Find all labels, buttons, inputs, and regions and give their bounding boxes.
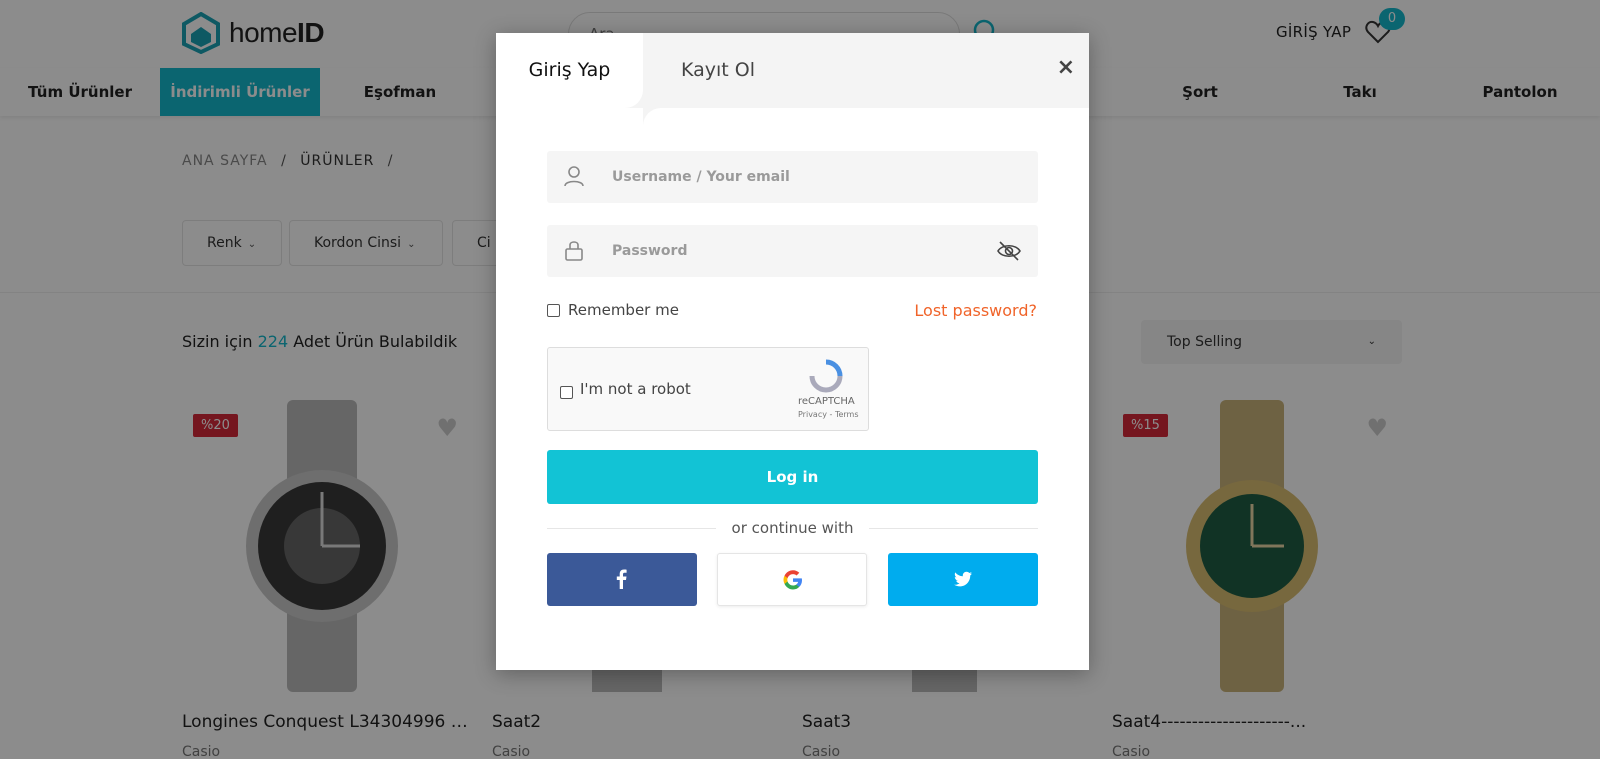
- tab-register[interactable]: Kayıt Ol: [643, 33, 793, 108]
- username-placeholder: Username / Your email: [612, 169, 790, 185]
- login-button[interactable]: Log in: [547, 450, 1038, 504]
- lock-icon: [565, 241, 583, 261]
- twitter-icon: [954, 571, 972, 587]
- eye-off-icon[interactable]: [996, 240, 1022, 262]
- modal-tabs: Giriş Yap Kayıt Ol ×: [496, 33, 1089, 108]
- recaptcha-icon: [809, 359, 843, 393]
- captcha-checkbox[interactable]: [560, 386, 573, 399]
- or-divider: or continue with: [547, 518, 1038, 538]
- remember-checkbox[interactable]: [547, 303, 560, 317]
- twitter-login-button[interactable]: [888, 553, 1038, 606]
- remember-label: Remember me: [568, 301, 679, 319]
- recaptcha-widget: I'm not a robot reCAPTCHA Privacy - Term…: [547, 347, 869, 431]
- facebook-icon: [616, 569, 627, 589]
- remember-me[interactable]: Remember me: [547, 301, 679, 319]
- lost-password-link[interactable]: Lost password?: [914, 301, 1037, 320]
- facebook-login-button[interactable]: [547, 553, 697, 606]
- user-icon: [564, 166, 584, 187]
- captcha-label: I'm not a robot: [580, 380, 691, 398]
- captcha-brand: reCAPTCHA: [798, 396, 855, 407]
- password-field[interactable]: Password: [547, 225, 1038, 277]
- google-icon: [783, 570, 802, 590]
- close-icon[interactable]: ×: [1057, 55, 1075, 80]
- tab-login[interactable]: Giriş Yap: [496, 33, 643, 108]
- google-login-button[interactable]: [717, 553, 867, 606]
- username-field[interactable]: Username / Your email: [547, 151, 1038, 203]
- captcha-privacy-links[interactable]: Privacy - Terms: [798, 410, 859, 419]
- or-divider-text: or continue with: [715, 519, 870, 537]
- tab-corner-decoration: [643, 108, 1089, 140]
- login-modal: Giriş Yap Kayıt Ol × Username / Your ema…: [496, 33, 1089, 670]
- password-placeholder: Password: [612, 243, 688, 259]
